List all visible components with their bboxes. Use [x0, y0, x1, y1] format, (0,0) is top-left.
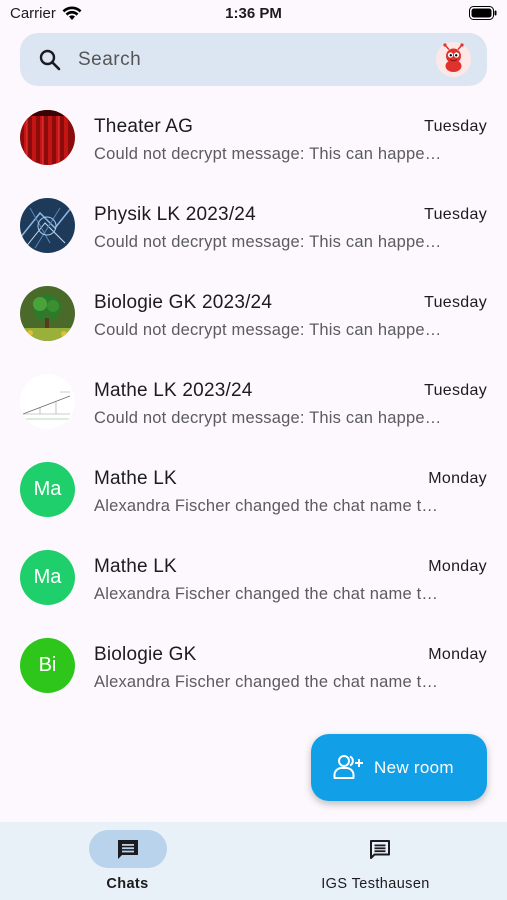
bottom-navigation: Chats IGS Testhausen — [0, 822, 507, 900]
chat-preview: Could not decrypt message: This can happ… — [94, 145, 442, 163]
biology-avatar — [20, 286, 75, 341]
chat-title: Biologie GK — [94, 644, 197, 665]
search-bar[interactable] — [20, 33, 487, 86]
chat-preview: Could not decrypt message: This can happ… — [94, 233, 442, 251]
chat-preview: Could not decrypt message: This can happ… — [94, 409, 442, 427]
chat-title: Theater AG — [94, 116, 194, 137]
chat-list-item[interactable]: Ma Mathe LK Monday Alexandra Fischer cha… — [0, 448, 507, 536]
chat-title: Mathe LK — [94, 468, 177, 489]
math-avatar — [20, 374, 75, 429]
ant-mascot-icon — [436, 42, 471, 77]
chat-timestamp: Monday — [428, 558, 487, 575]
chat-list: Theater AG Tuesday Could not decrypt mes… — [0, 96, 507, 712]
chat-outline-icon — [370, 840, 390, 859]
chat-timestamp: Monday — [428, 646, 487, 663]
chat-preview: Alexandra Fischer changed the chat name … — [94, 585, 439, 603]
nav-label-igs: IGS Testhausen — [321, 876, 430, 892]
new-room-label: New room — [374, 758, 454, 777]
status-bar: Carrier 1:36 PM — [0, 0, 507, 28]
chat-preview: Alexandra Fischer changed the chat name … — [94, 497, 439, 515]
add-group-icon — [333, 755, 363, 779]
chat-title: Biologie GK 2023/24 — [94, 292, 273, 313]
nav-tab-chats[interactable]: Chats — [0, 822, 253, 900]
chat-timestamp: Tuesday — [424, 206, 487, 223]
chat-list-item[interactable]: Ma Mathe LK Monday Alexandra Fischer cha… — [0, 536, 507, 624]
nav-label-chats: Chats — [106, 876, 149, 892]
new-room-button[interactable]: New room — [311, 734, 487, 801]
chat-title: Mathe LK — [94, 556, 177, 577]
chat-preview: Alexandra Fischer changed the chat name … — [94, 673, 439, 691]
chat-title: Mathe LK 2023/24 — [94, 380, 253, 401]
chat-preview: Could not decrypt message: This can happ… — [94, 321, 442, 339]
chat-list-item[interactable]: Mathe LK 2023/24 Tuesday Could not decry… — [0, 360, 507, 448]
search-input[interactable] — [78, 45, 418, 75]
profile-avatar[interactable] — [436, 42, 471, 77]
initials-avatar: Ma — [20, 462, 75, 517]
chat-timestamp: Tuesday — [424, 382, 487, 399]
chat-list-item[interactable]: Physik LK 2023/24 Tuesday Could not decr… — [0, 184, 507, 272]
initials-avatar: Ma — [20, 550, 75, 605]
theater-avatar — [20, 110, 75, 165]
clock: 1:36 PM — [225, 5, 282, 22]
physics-avatar — [20, 198, 75, 253]
chat-timestamp: Tuesday — [424, 294, 487, 311]
chat-list-item[interactable]: Bi Biologie GK Monday Alexandra Fischer … — [0, 624, 507, 712]
chat-title: Physik LK 2023/24 — [94, 204, 256, 225]
chat-icon — [118, 840, 138, 859]
chat-list-item[interactable]: Theater AG Tuesday Could not decrypt mes… — [0, 96, 507, 184]
nav-tab-igs-testhausen[interactable]: IGS Testhausen — [253, 822, 506, 900]
chat-list-item[interactable]: Biologie GK 2023/24 Tuesday Could not de… — [0, 272, 507, 360]
initials-avatar: Bi — [20, 638, 75, 693]
chat-timestamp: Tuesday — [424, 118, 487, 135]
battery-icon — [469, 6, 497, 24]
search-icon — [39, 49, 61, 71]
chat-timestamp: Monday — [428, 470, 487, 487]
